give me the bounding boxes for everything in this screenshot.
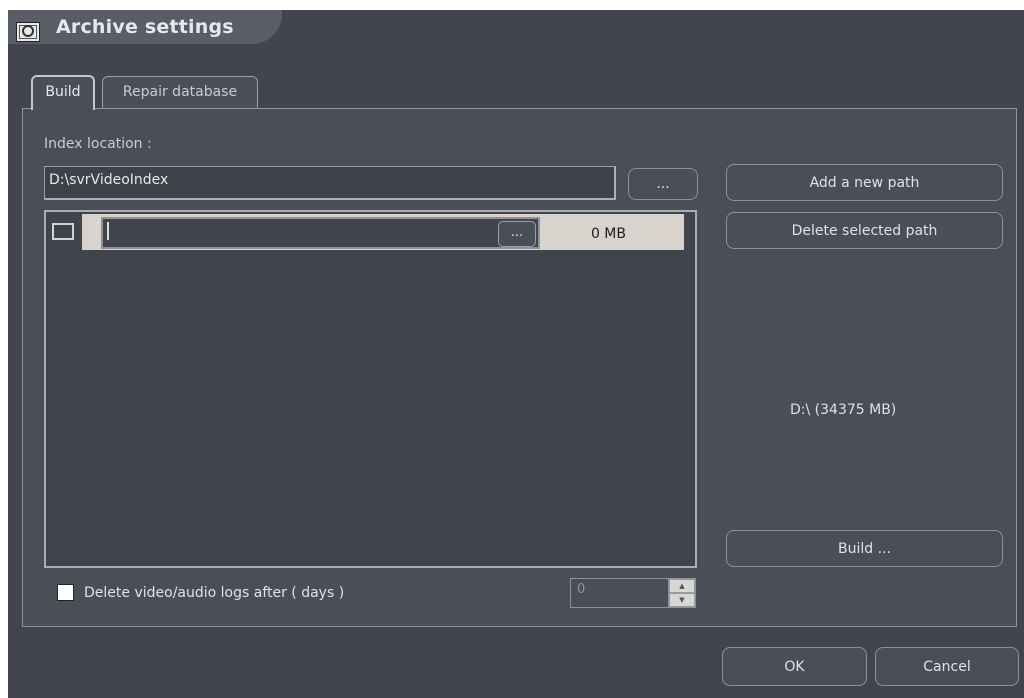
delete-path-button[interactable]: Delete selected path — [726, 212, 1003, 249]
path-row-input[interactable] — [101, 217, 540, 249]
path-row-checkbox[interactable] — [52, 223, 74, 240]
days-input[interactable]: 0 — [570, 578, 668, 608]
index-location-input[interactable]: D:\svrVideoIndex — [44, 166, 616, 200]
path-row-size: 0 MB — [590, 226, 626, 242]
camera-icon — [16, 22, 40, 42]
index-location-label: Index location : — [44, 136, 152, 152]
text-cursor — [107, 222, 109, 240]
ok-button[interactable]: OK — [722, 647, 867, 686]
spin-up-icon[interactable]: ▲ — [669, 579, 695, 593]
delete-logs-checkbox[interactable] — [57, 584, 74, 601]
window-title: Archive settings — [56, 16, 234, 38]
build-button[interactable]: Build ... — [726, 530, 1003, 567]
path-list[interactable] — [44, 210, 697, 568]
delete-logs-label: Delete video/audio logs after ( days ) — [84, 585, 345, 601]
cancel-button[interactable]: Cancel — [875, 647, 1019, 686]
days-spinner[interactable]: ▲ ▼ — [668, 578, 696, 608]
tab-build[interactable]: Build — [31, 75, 95, 110]
spin-down-icon[interactable]: ▼ — [669, 593, 695, 607]
path-row-browse-button[interactable]: ... — [498, 221, 536, 247]
add-path-button[interactable]: Add a new path — [726, 164, 1003, 201]
drive-info-text: D:\ (34375 MB) — [790, 402, 897, 418]
tab-repair-database[interactable]: Repair database — [102, 76, 258, 108]
index-browse-button[interactable]: ... — [628, 168, 698, 200]
